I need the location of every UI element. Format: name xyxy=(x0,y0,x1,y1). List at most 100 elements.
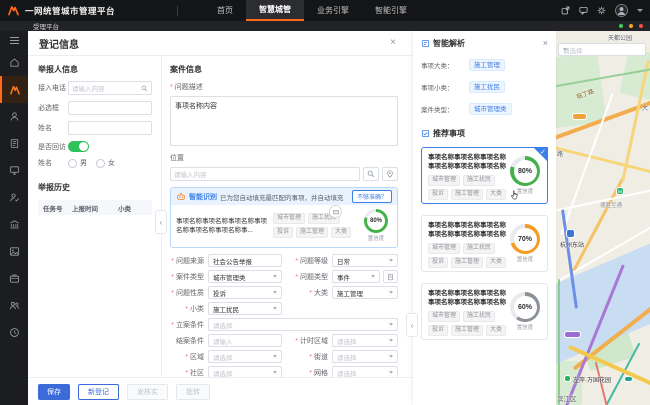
ai-panel-title: 智能解析 xyxy=(433,38,465,49)
top-nav-bar: 一网统管城市管理平台 首页 智慧城管 业务引擎 智能引擎 xyxy=(0,0,650,21)
tag: 城市管理 xyxy=(428,243,460,254)
tag: 投诉 xyxy=(428,189,448,200)
tag: 城市管理 xyxy=(273,213,305,224)
map-canvas[interactable]: 天都公园 请选择 临丁路 大 路 德胜互通 M 杭州东站 左岸·万国花园 滨江区 xyxy=(556,31,650,405)
radio-male[interactable] xyxy=(68,159,77,168)
not-accurate-button[interactable]: 不够准确？ xyxy=(352,190,392,203)
name-input[interactable] xyxy=(68,121,152,135)
tag: 大类 xyxy=(486,189,506,200)
panel-header: 登记信息 × xyxy=(28,31,413,56)
search-button[interactable] xyxy=(363,167,379,181)
sidebar-item-home[interactable] xyxy=(0,49,28,76)
tag: 投诉 xyxy=(428,325,448,336)
radio-female[interactable] xyxy=(96,159,105,168)
new-registration-button[interactable]: 新登记 xyxy=(78,384,119,400)
item-minor-tag[interactable]: 施工扰民 xyxy=(469,81,505,93)
tag: 大类 xyxy=(486,257,506,268)
collapse-ai-panel-handle[interactable]: ‹ xyxy=(406,313,418,337)
level-select[interactable]: 日常 xyxy=(332,254,398,267)
section-case-info: 案件信息 xyxy=(170,64,398,75)
app-logo-icon xyxy=(7,5,20,16)
sidebar-item-monitor[interactable] xyxy=(0,157,28,184)
street-select[interactable]: 请选择 xyxy=(332,350,398,363)
source-input[interactable]: 社会公告举报 xyxy=(208,254,282,267)
analysis-icon xyxy=(421,39,430,48)
problem-type-select[interactable]: 事件 xyxy=(332,270,380,283)
message-icon[interactable] xyxy=(579,6,588,15)
card-item-text: 事项名称事项名称事项名称事项名称事项名称事项名称事... xyxy=(428,289,507,307)
sidebar-item-team[interactable] xyxy=(0,292,28,319)
map-label-road-partial: 路 xyxy=(557,149,563,158)
send-verify-button[interactable]: 发核实 xyxy=(127,384,168,400)
save-button[interactable]: 保存 xyxy=(38,384,70,400)
required-box-label: 必选框 xyxy=(38,103,68,113)
sidebar-item-city-platform[interactable] xyxy=(0,76,28,103)
avatar[interactable] xyxy=(615,4,628,17)
required-box-input[interactable] xyxy=(68,101,152,115)
major-class-select[interactable]: 施工管理 xyxy=(332,286,398,299)
nav-ai-engine[interactable]: 智能引擎 xyxy=(362,0,420,21)
callback-toggle[interactable] xyxy=(68,141,89,152)
recommend-card[interactable]: 事项名称事项名称事项名称事项名称事项名称事项名称事... 城市管理 施工扰民 投… xyxy=(421,283,548,340)
location-input[interactable]: 请输入内容 xyxy=(170,167,360,181)
problem-description-textarea[interactable]: 事项名称内容 xyxy=(170,96,398,146)
sidebar-item-user-audit[interactable] xyxy=(0,184,28,211)
match-gauge-label: 置信度 xyxy=(368,234,385,242)
sidebar-item-briefcase[interactable] xyxy=(0,265,28,292)
card-item-text: 事项名称事项名称事项名称事项名称事项名称事项名称事... xyxy=(428,221,507,239)
card-item-text: 事项名称事项名称事项名称事项名称事项名称事项名称事... xyxy=(428,153,507,171)
recommend-card[interactable]: 事项名称事项名称事项名称事项名称事项名称事项名称事... 城市管理 施工扰民 投… xyxy=(421,215,548,272)
filing-condition-label: *立案条件 xyxy=(170,320,204,330)
tag: 城市管理 xyxy=(428,175,460,186)
nature-select[interactable]: 投诉 xyxy=(208,286,282,299)
sidebar-item-document[interactable] xyxy=(0,130,28,157)
close-icon[interactable]: × xyxy=(390,38,396,48)
ai-recognition-box: 智能识别 已为您自动填充最匹配的事项，并自动填充 不够准确？ 事项名称事项名称事… xyxy=(170,187,398,248)
case-type-tag[interactable]: 城市管理类 xyxy=(469,103,512,115)
timing-area-select[interactable]: 请选择 xyxy=(332,334,398,347)
gear-icon[interactable] xyxy=(597,6,606,15)
match-percent: 80% xyxy=(367,212,385,230)
map-road xyxy=(556,145,650,177)
closing-condition-input[interactable]: 请输入 xyxy=(208,334,282,347)
case-type-label: *案件类型 xyxy=(170,272,204,282)
external-link-icon[interactable] xyxy=(561,6,570,15)
phone-input[interactable]: 请输入内容 xyxy=(68,81,152,95)
filing-condition-select[interactable]: 请选择 xyxy=(208,318,398,331)
transfer-button[interactable]: 批转 xyxy=(176,384,210,400)
item-major-tag[interactable]: 施工管理 xyxy=(469,59,505,71)
confidence-label: 置信度 xyxy=(517,187,534,195)
nav-business-engine[interactable]: 业务引擎 xyxy=(304,0,362,21)
gender-label: 姓名 xyxy=(38,158,68,168)
collapse-left-column-handle[interactable]: ‹ xyxy=(155,210,167,234)
map-label-poi: 左岸·万国花园 xyxy=(573,375,611,384)
locate-on-map-button[interactable] xyxy=(382,167,398,181)
hand-cursor-icon xyxy=(510,190,519,201)
confidence-ring: 70% xyxy=(510,224,540,254)
metro-station-icon xyxy=(566,229,575,238)
case-type-select[interactable]: 城市管理类 xyxy=(208,270,282,283)
menu-icon[interactable] xyxy=(0,31,28,49)
sidebar-item-bank[interactable] xyxy=(0,211,28,238)
sidebar-item-user[interactable] xyxy=(0,103,28,130)
chevron-down-icon[interactable] xyxy=(637,9,643,12)
nav-smart-city[interactable]: 智慧城管 xyxy=(246,0,304,21)
nav-home[interactable]: 首页 xyxy=(204,0,246,21)
minor-class-select[interactable]: 施工扰民 xyxy=(208,302,282,315)
workspace-tab-bar: 受理平台 xyxy=(0,21,650,31)
timing-area-label: *计时区域 xyxy=(288,336,328,346)
tag: 施工管理 xyxy=(451,257,483,268)
confidence-ring: 60% xyxy=(510,292,540,322)
map-select[interactable]: 请选择 xyxy=(558,43,646,56)
region-select[interactable]: 请选择 xyxy=(208,350,282,363)
close-icon[interactable]: × xyxy=(543,39,548,48)
recommend-card[interactable]: ✓ 事项名称事项名称事项名称事项名称事项名称事项名称事... 城市管理 施工扰民… xyxy=(421,147,548,204)
search-icon[interactable] xyxy=(141,85,148,92)
sidebar-item-image[interactable] xyxy=(0,238,28,265)
page-title: 登记信息 xyxy=(39,36,79,51)
item-minor-label: 事项小类： xyxy=(421,82,465,92)
sidebar-item-clock[interactable] xyxy=(0,319,28,346)
lookup-button[interactable] xyxy=(383,270,398,283)
tab-accept-platform[interactable]: 受理平台 xyxy=(33,21,59,31)
confidence-label: 置信度 xyxy=(517,323,534,331)
